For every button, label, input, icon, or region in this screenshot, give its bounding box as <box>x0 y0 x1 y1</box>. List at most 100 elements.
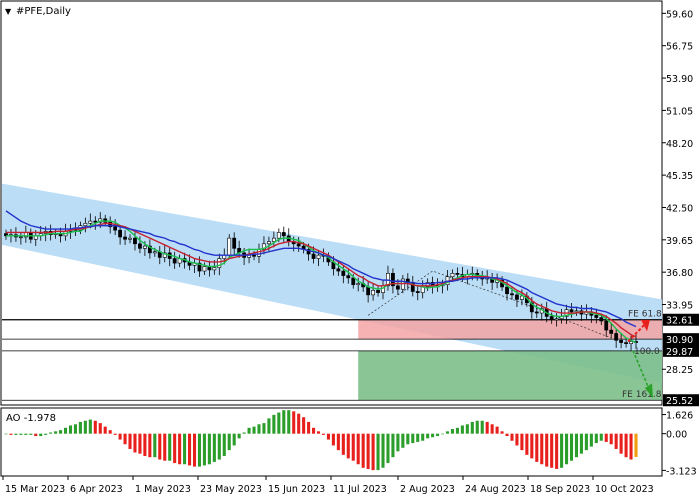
ao-bar <box>83 420 87 434</box>
ao-bar <box>530 433 534 459</box>
ao-bar <box>39 433 43 437</box>
ao-bar <box>9 433 13 435</box>
ao-bar <box>431 433 435 438</box>
candle-body <box>142 245 147 249</box>
candle-body <box>346 275 351 279</box>
ao-bar <box>376 433 380 471</box>
ao-bar <box>540 433 544 465</box>
ao-bar <box>14 433 18 435</box>
fe-61-label: FE 61.8 <box>628 310 662 320</box>
ao-bar <box>574 433 579 458</box>
candle-body <box>123 236 127 240</box>
candle-body <box>276 232 281 239</box>
candle-body <box>118 229 122 238</box>
ao-bar <box>44 433 48 435</box>
ao-bar <box>346 433 350 459</box>
ao-bar <box>351 433 355 461</box>
ao-bar <box>68 425 73 434</box>
candle-body <box>554 318 559 321</box>
ao-bar <box>78 421 82 434</box>
ao-bar <box>445 431 450 434</box>
ao-bar <box>371 433 375 471</box>
ao-bar <box>88 419 92 434</box>
ao-bar <box>24 433 28 435</box>
ao-bar <box>242 432 246 434</box>
ao-bar <box>475 420 479 434</box>
ao-bar <box>188 433 192 466</box>
ao-bar <box>287 410 291 434</box>
ao-bar <box>54 431 58 434</box>
candle-body <box>376 290 380 293</box>
ao-bar <box>550 433 554 468</box>
ao-bar <box>202 433 206 466</box>
ao-bar <box>183 433 187 465</box>
ao-bar <box>535 433 539 462</box>
candle-body <box>172 258 177 264</box>
ao-title: AO -1.978 <box>6 413 56 424</box>
price-tag-label: 30.90 <box>666 335 693 346</box>
y-tick-label: 36.80 <box>666 268 693 279</box>
candle-body <box>356 283 361 285</box>
ao-bar <box>173 433 177 464</box>
ao-tick-label: -3.123 <box>666 466 697 477</box>
ao-bar <box>307 421 311 434</box>
ao-bar <box>227 433 231 451</box>
ao-bar <box>19 433 23 435</box>
candle-body <box>113 226 118 231</box>
candle-body <box>604 320 609 331</box>
chart-canvas: ▼ #PFE,Daily AO -1.978 FE 61.8 100.0 FE 16… <box>0 0 700 500</box>
ao-bar <box>510 433 514 441</box>
candle-body <box>520 295 524 300</box>
candle-body <box>133 237 137 245</box>
ao-bar <box>426 433 430 439</box>
x-tick-label: 11 Jul 2023 <box>333 484 387 495</box>
candle-body <box>212 267 217 271</box>
ao-bar <box>366 433 370 469</box>
ao-bar <box>118 433 122 440</box>
ao-bar <box>545 433 549 467</box>
ao-bar <box>401 433 405 448</box>
price-tag-label: 25.52 <box>666 396 693 407</box>
ao-bar <box>148 433 152 458</box>
candle-body <box>341 270 346 276</box>
ao-tick-label: 1.626 <box>666 411 693 422</box>
price-tag-label: 29.87 <box>666 347 693 358</box>
target-zone <box>358 350 662 401</box>
ao-bar <box>123 433 127 445</box>
x-tick-label: 15 Jun 2023 <box>268 484 325 495</box>
ao-bar <box>396 433 400 452</box>
ao-bar <box>108 430 112 434</box>
candle-body <box>614 333 619 341</box>
ao-bar <box>594 433 598 444</box>
candle-body <box>257 249 261 257</box>
candle-body <box>128 237 132 240</box>
candle-body <box>574 310 579 313</box>
candle-body <box>252 254 256 257</box>
ao-bar <box>98 423 102 434</box>
ao-bar <box>217 433 221 460</box>
ao-bar <box>604 433 608 442</box>
candle-body <box>316 254 321 259</box>
y-tick-label: 45.35 <box>666 171 693 182</box>
ao-bar <box>614 433 618 449</box>
ao-bar <box>277 412 281 434</box>
candle-body <box>629 341 633 344</box>
ao-bar <box>624 433 628 458</box>
ao-bar <box>525 433 529 455</box>
ao-bar <box>336 433 340 451</box>
ao-bar <box>599 433 603 441</box>
candle-body <box>450 273 455 278</box>
candle-body <box>351 277 356 285</box>
ao-bar <box>555 433 559 469</box>
ao-bar <box>29 433 33 435</box>
ao-bar <box>579 433 583 454</box>
ao-bar <box>158 433 162 460</box>
candle-body <box>534 311 539 314</box>
candle-body <box>83 223 88 226</box>
chart-window: ▼ #PFE,Daily AO -1.978 FE 61.8 100.0 FE 16… <box>0 0 700 500</box>
ao-bar <box>455 427 459 434</box>
fe-161-label: FE 161.8 <box>622 390 662 400</box>
candle-body <box>371 290 375 296</box>
ao-bar <box>103 426 107 434</box>
ao-bar <box>192 433 197 467</box>
